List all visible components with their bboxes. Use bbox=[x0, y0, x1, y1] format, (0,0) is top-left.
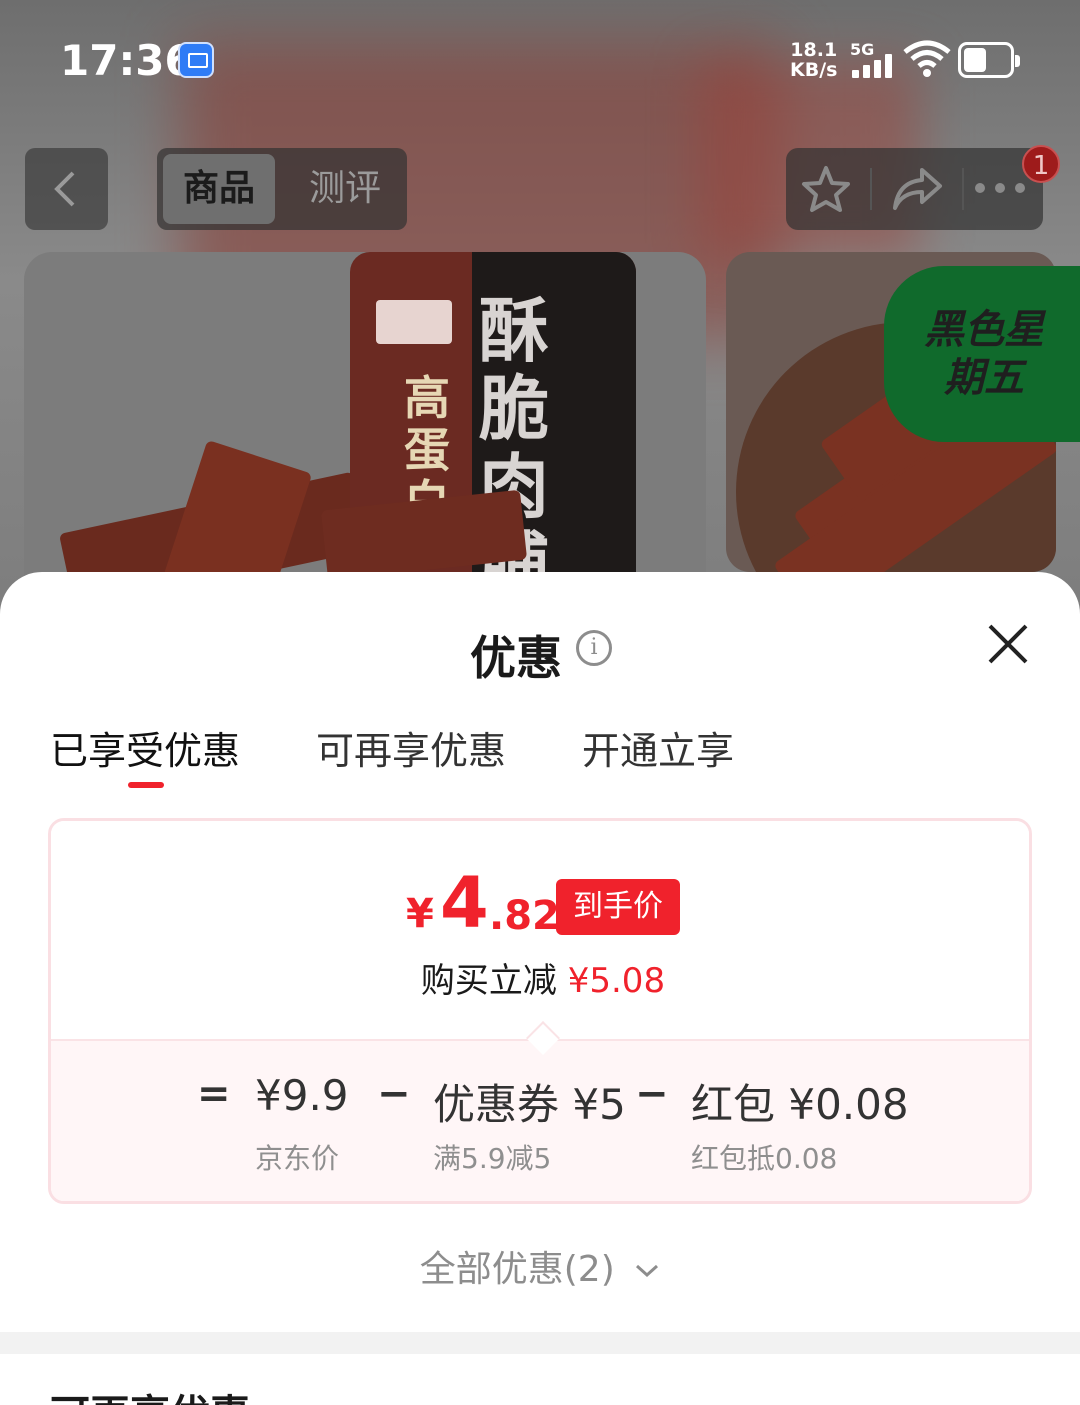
sheet-title: 优惠 bbox=[470, 631, 562, 685]
purchase-reduction: 购买立减 ¥5.08 bbox=[420, 961, 666, 1001]
status-time: 17:36 bbox=[60, 36, 194, 85]
section-title-more-offers: 可再享优惠 bbox=[50, 1382, 250, 1405]
top-toolbar bbox=[786, 148, 1043, 230]
share-icon[interactable] bbox=[890, 164, 944, 214]
product-image-main[interactable]: 酥脆肉脯 高蛋白 bbox=[24, 252, 706, 592]
notification-badge: 1 bbox=[1022, 145, 1060, 183]
chevron-down-icon bbox=[636, 1264, 659, 1278]
price-card: ¥ 4 .82 到手价 购买立减 ¥5.08 = ¥9.9 京东价 − 优惠券 … bbox=[48, 818, 1032, 1204]
battery-icon bbox=[958, 42, 1020, 78]
red-packet-rule: 红包抵0.08 bbox=[691, 1142, 838, 1175]
info-icon[interactable]: i bbox=[576, 630, 612, 666]
tab-more-available[interactable]: 可再享优惠 bbox=[316, 720, 506, 775]
coupon-rule: 满5.9减5 bbox=[433, 1142, 552, 1175]
network-speed: 18.1 KB/s bbox=[790, 39, 838, 81]
tab-product[interactable]: 商品 bbox=[163, 154, 275, 224]
discount-sheet: 优惠 i 已享受优惠 可再享优惠 开通立享 ¥ 4 .82 到手价 购买立减 ¥… bbox=[0, 572, 1080, 1405]
minus-sign: − bbox=[635, 1071, 669, 1117]
coupon-amount: 优惠券 ¥5 bbox=[433, 1080, 626, 1129]
tab-activate[interactable]: 开通立享 bbox=[582, 720, 734, 775]
signal-icon bbox=[852, 54, 894, 78]
tab-enjoyed[interactable]: 已享受优惠 bbox=[50, 720, 240, 775]
final-price-tag: 到手价 bbox=[556, 879, 680, 935]
jd-price-label: 京东价 bbox=[255, 1142, 340, 1175]
red-packet-amount: 红包 ¥0.08 bbox=[691, 1080, 909, 1129]
discount-tabs: 已享受优惠 可再享优惠 开通立享 bbox=[0, 720, 1080, 800]
close-icon[interactable] bbox=[986, 622, 1030, 666]
page-tab-switch: 商品 测评 bbox=[157, 148, 407, 230]
screen-capture-icon bbox=[178, 42, 214, 78]
jd-price: ¥9.9 bbox=[255, 1071, 349, 1120]
minus-sign: − bbox=[377, 1071, 411, 1117]
section-divider bbox=[0, 1332, 1080, 1354]
brand-logo bbox=[376, 300, 452, 344]
status-bar: 17:36 18.1 KB/s 5G bbox=[0, 0, 1080, 120]
wifi-icon bbox=[903, 40, 951, 77]
back-button[interactable] bbox=[25, 148, 108, 230]
price-breakdown: = ¥9.9 京东价 − 优惠券 ¥5 满5.9减5 − 红包 ¥0.08 红包… bbox=[51, 1039, 1029, 1201]
all-offers-toggle[interactable]: 全部优惠(2) bbox=[0, 1240, 1080, 1292]
star-icon[interactable] bbox=[800, 164, 852, 214]
more-icon[interactable] bbox=[972, 180, 1028, 196]
chevron-left-icon bbox=[54, 171, 75, 207]
tab-review[interactable]: 测评 bbox=[289, 154, 401, 224]
equals-sign: = bbox=[197, 1071, 231, 1117]
promo-tag: 黑色星期五 bbox=[884, 266, 1080, 442]
sheet-header: 优惠 i bbox=[470, 622, 612, 685]
active-tab-indicator bbox=[128, 782, 164, 788]
